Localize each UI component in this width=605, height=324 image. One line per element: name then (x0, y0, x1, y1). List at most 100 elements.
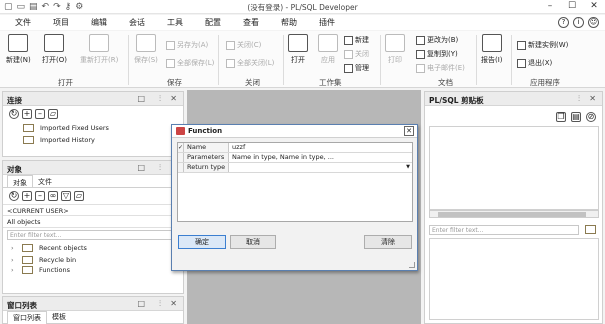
workspace-close-button[interactable]: 关闭 (344, 49, 369, 59)
email-button[interactable]: 电子邮件(E) (416, 63, 465, 73)
return-type-select[interactable]: ▼ (229, 163, 412, 172)
workspace-new-button[interactable]: 新建 (344, 35, 369, 45)
grid-row[interactable]: Return type ▼ (178, 163, 412, 173)
clipboard-list[interactable] (429, 126, 599, 210)
window-title: (没有登录) - PL/SQL Developer (247, 3, 358, 12)
workspace-close-label: 关闭 (355, 50, 369, 58)
save-as-button[interactable]: 另存为(A) (166, 40, 208, 50)
new-folder-icon[interactable]: ▱ (48, 109, 58, 119)
copy-icon[interactable]: ❐ (556, 112, 566, 122)
connection-item[interactable]: Imported History (3, 134, 183, 146)
save-all-button[interactable]: 全部保存(L) (166, 58, 214, 68)
expand-icon[interactable]: › (11, 244, 20, 252)
ok-button[interactable]: 确定 (178, 235, 226, 249)
panel-restore-icon[interactable]: □ (137, 94, 145, 103)
close-all-button[interactable]: 全部关闭(L) (226, 58, 274, 68)
scrollbar-thumb[interactable] (438, 212, 586, 217)
menu-session[interactable]: 会话 (129, 17, 145, 28)
menu-tools[interactable]: 工具 (167, 17, 183, 28)
menu-edit[interactable]: 编辑 (91, 17, 107, 28)
add-icon[interactable]: + (22, 191, 32, 201)
tree-item[interactable]: › Functions (3, 266, 183, 274)
resize-grip[interactable] (409, 262, 415, 268)
maximize-button[interactable]: ☐ (561, 0, 583, 14)
print-button[interactable]: 打印 (385, 34, 405, 65)
change-to-button[interactable]: 更改为(B) (416, 35, 458, 45)
new-button[interactable]: 新建(N) (6, 34, 31, 65)
clipboard-panel-title: PL/SQL 剪贴板 (429, 96, 484, 105)
menu-project[interactable]: 项目 (53, 17, 69, 28)
name-value-input[interactable]: uzzf (229, 143, 412, 152)
copy-to-button[interactable]: 复制到(Y) (416, 49, 458, 59)
ribbon-divider (283, 35, 284, 85)
pin-icon[interactable]: ⫶ (159, 94, 161, 104)
menu-view[interactable]: 查看 (243, 17, 259, 28)
help-icon[interactable]: ? (558, 17, 569, 28)
clear-button[interactable]: 清除 (364, 235, 412, 249)
open-button[interactable]: 打开(O) (42, 34, 67, 65)
filter-icon[interactable]: ▽ (61, 191, 71, 201)
grid-row[interactable]: ✓ Name uzzf (178, 143, 412, 153)
grid-row[interactable]: Parameters Name in type, Name in type, .… (178, 153, 412, 163)
close-window-button[interactable]: ✕ (583, 0, 605, 14)
panel-close-icon[interactable]: ✕ (589, 94, 596, 103)
workspace-open-button[interactable]: 打开 (288, 34, 308, 65)
expand-icon[interactable]: › (11, 266, 20, 274)
remove-icon[interactable]: – (35, 109, 45, 119)
scope-select[interactable]: All objects (3, 216, 183, 228)
refresh-icon[interactable]: ↻ (9, 109, 19, 119)
tab-window-list[interactable]: 窗口列表 (7, 311, 47, 324)
tab-templates[interactable]: 模板 (47, 311, 71, 324)
panel-restore-icon[interactable]: □ (137, 299, 145, 308)
folder-icon[interactable] (585, 225, 596, 234)
clipboard-panel-header: PL/SQL 剪贴板 ⫶ ✕ (425, 92, 602, 106)
workspace-manage-button[interactable]: 管理 (344, 63, 369, 73)
new-instance-button[interactable]: 新建实例(W) (517, 40, 568, 50)
dialog-close-button[interactable]: ✕ (404, 126, 414, 136)
pin-icon[interactable]: ⫶ (159, 163, 161, 173)
refresh-icon[interactable]: ↻ (9, 191, 19, 201)
clear-icon[interactable]: ⊘ (586, 112, 596, 122)
smiley-icon[interactable]: ☺ (588, 17, 599, 28)
tree-item[interactable]: › Recent objects (3, 242, 183, 254)
add-icon[interactable]: + (22, 109, 32, 119)
pin-icon[interactable]: ⫶ (578, 94, 580, 104)
save-button[interactable]: 保存(S) (134, 34, 158, 65)
tree-item[interactable]: › Recycle bin (3, 254, 183, 266)
panel-restore-icon[interactable]: □ (137, 163, 145, 172)
panel-close-icon[interactable]: ✕ (170, 299, 177, 308)
copy-to-icon (416, 49, 425, 59)
connection-item[interactable]: Imported Fixed Users (3, 122, 183, 134)
menu-help[interactable]: 帮助 (281, 17, 297, 28)
close-button[interactable]: 关闭(C) (226, 40, 261, 50)
tab-objects[interactable]: 对象 (7, 175, 33, 187)
menu-configure[interactable]: 配置 (205, 17, 221, 28)
clipboard-filter-input[interactable]: Enter filter text... (429, 225, 579, 235)
tab-files[interactable]: 文件 (33, 175, 57, 187)
parameters-value-input[interactable]: Name in type, Name in type, ... (229, 153, 412, 162)
dialog-title-bar: Function ✕ (172, 125, 417, 138)
panel-close-icon[interactable]: ✕ (170, 94, 177, 103)
clipboard-scrollbar[interactable] (429, 210, 599, 218)
menu-file[interactable]: 文件 (15, 17, 31, 28)
cancel-button[interactable]: 取消 (230, 235, 276, 249)
info-icon[interactable]: i (573, 17, 584, 28)
paste-icon[interactable]: ▤ (571, 112, 581, 122)
function-icon (176, 127, 185, 135)
workspace-apply-button[interactable]: 应用 (318, 34, 338, 65)
new-button-label: 新建(N) (6, 56, 31, 64)
menu-plugins[interactable]: 插件 (319, 17, 335, 28)
chevron-down-icon[interactable]: ▼ (406, 163, 410, 172)
remove-icon[interactable]: – (35, 191, 45, 201)
user-select[interactable]: <CURRENT USER> (3, 204, 183, 216)
report-button[interactable]: 报告(I) (481, 34, 503, 65)
workspace-apply-icon (318, 34, 338, 52)
objects-filter-input[interactable]: Enter filter text... … (7, 230, 192, 240)
reopen-button[interactable]: 重新打开(R) (80, 34, 118, 65)
folder-link-icon[interactable]: ▱ (74, 191, 84, 201)
exit-button[interactable]: 退出(X) (517, 58, 552, 68)
pin-icon[interactable]: ⫶ (159, 299, 161, 309)
binoculars-icon[interactable]: ∞ (48, 191, 58, 201)
expand-icon[interactable]: › (11, 256, 20, 264)
minimize-button[interactable]: – (539, 0, 561, 14)
